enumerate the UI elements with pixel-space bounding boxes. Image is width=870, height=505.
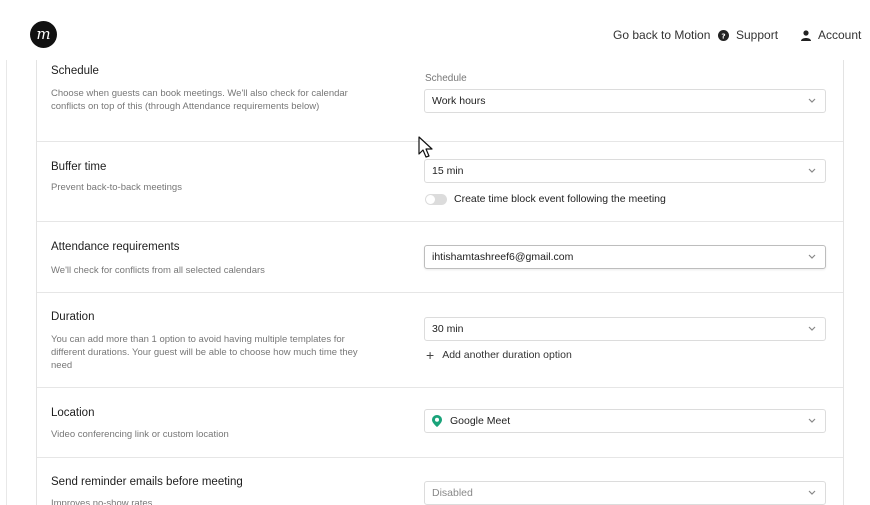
duration-title: Duration xyxy=(51,311,95,323)
time-block-toggle-row: Create time block event following the me… xyxy=(425,193,666,205)
page-frame-line xyxy=(6,60,7,505)
go-back-label: Go back to Motion xyxy=(613,28,711,42)
attendance-select[interactable]: ihtishamtashreef6@gmail.com xyxy=(424,245,826,269)
buffer-value: 15 min xyxy=(432,165,464,177)
location-description: Video conferencing link or custom locati… xyxy=(51,429,229,440)
attendance-value: ihtishamtashreef6@gmail.com xyxy=(432,251,574,263)
top-bar: m Go back to Motion ? Support Account xyxy=(0,0,870,60)
buffer-select[interactable]: 15 min xyxy=(424,159,826,183)
chevron-down-icon xyxy=(808,98,816,103)
location-select[interactable]: Google Meet xyxy=(424,409,826,433)
add-duration-button[interactable]: + Add another duration option xyxy=(426,347,572,363)
time-block-toggle-label: Create time block event following the me… xyxy=(454,193,666,205)
account-link[interactable]: Account xyxy=(801,28,861,42)
add-duration-label: Add another duration option xyxy=(442,349,572,361)
duration-description: You can add more than 1 option to avoid … xyxy=(51,334,358,371)
duration-select[interactable]: 30 min xyxy=(424,317,826,341)
reminder-row: Send reminder emails before meeting Impr… xyxy=(37,457,843,505)
chevron-down-icon xyxy=(808,490,816,495)
go-back-link[interactable]: Go back to Motion xyxy=(613,28,710,42)
chevron-down-icon xyxy=(808,326,816,331)
location-row: Location Video conferencing link or cust… xyxy=(37,387,843,458)
schedule-value: Work hours xyxy=(432,95,486,107)
svg-text:?: ? xyxy=(721,31,725,40)
duration-value: 30 min xyxy=(432,323,464,335)
support-label: Support xyxy=(736,28,779,42)
location-value: Google Meet xyxy=(450,415,511,427)
chevron-down-icon xyxy=(808,418,816,423)
attendance-title: Attendance requirements xyxy=(51,241,180,253)
location-title: Location xyxy=(51,407,95,419)
location-pin-icon xyxy=(432,415,442,427)
schedule-title: Schedule xyxy=(51,65,99,77)
user-icon xyxy=(801,29,811,41)
attendance-row: Attendance requirements We'll check for … xyxy=(37,221,843,293)
buffer-title: Buffer time xyxy=(51,161,107,173)
settings-card: Schedule Choose when guests can book mee… xyxy=(36,60,844,505)
reminder-title: Send reminder emails before meeting xyxy=(51,476,243,488)
account-label: Account xyxy=(818,28,862,42)
buffer-description: Prevent back-to-back meetings xyxy=(51,182,182,193)
chevron-down-icon xyxy=(808,168,816,173)
time-block-toggle[interactable] xyxy=(425,193,447,205)
support-link[interactable]: ? Support xyxy=(718,28,778,42)
reminder-value: Disabled xyxy=(432,487,473,499)
attendance-description: We'll check for conflicts from all selec… xyxy=(51,265,265,276)
mouse-cursor-icon xyxy=(418,136,433,158)
reminder-select[interactable]: Disabled xyxy=(424,481,826,505)
schedule-description: Choose when guests can book meetings. We… xyxy=(51,88,348,112)
schedule-row: Schedule Choose when guests can book mee… xyxy=(37,60,843,142)
schedule-field-label: Schedule xyxy=(425,73,467,84)
schedule-select[interactable]: Work hours xyxy=(424,89,826,113)
reminder-description: Improves no-show rates xyxy=(51,498,153,505)
help-circle-icon: ? xyxy=(718,29,729,41)
buffer-row: Buffer time Prevent back-to-back meeting… xyxy=(37,141,843,222)
plus-icon: + xyxy=(426,347,435,363)
chevron-down-icon xyxy=(808,254,816,259)
duration-row: Duration You can add more than 1 option … xyxy=(37,292,843,388)
motion-logo[interactable]: m xyxy=(30,21,57,48)
